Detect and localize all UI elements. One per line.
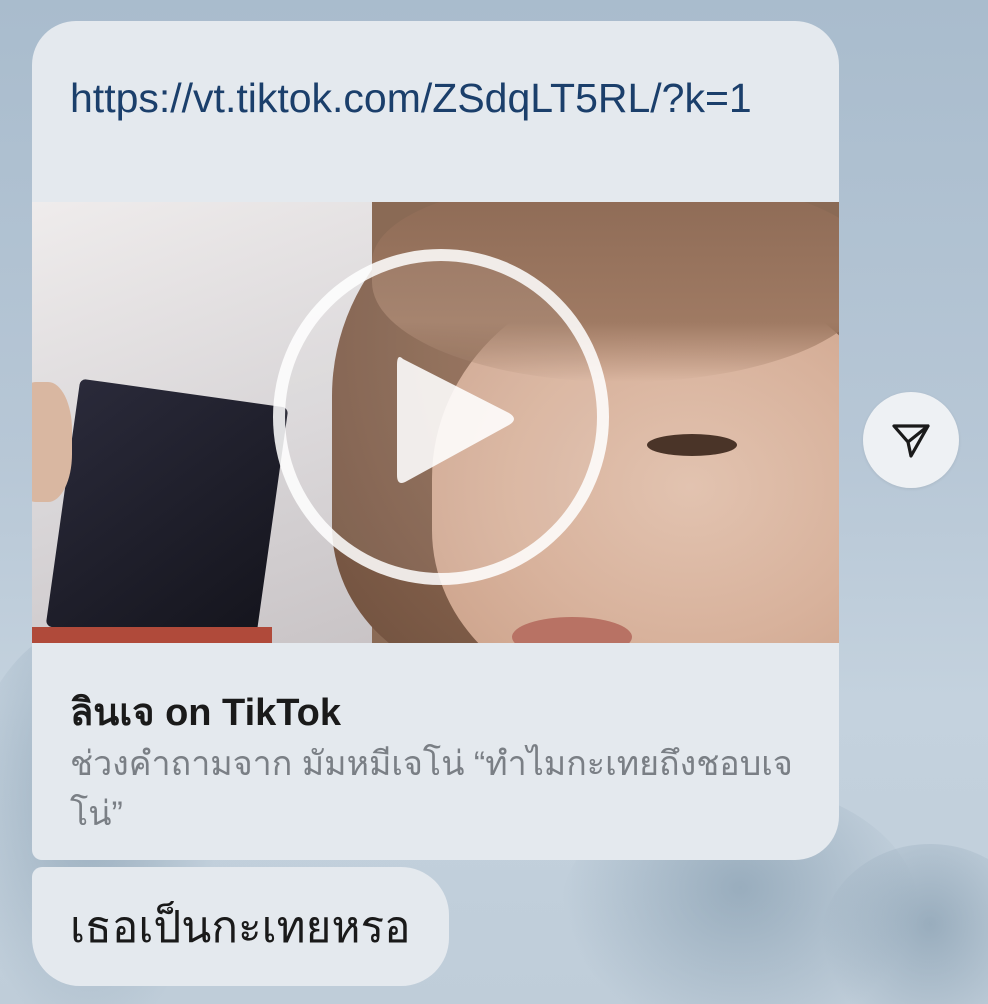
video-thumbnail[interactable] (32, 202, 839, 643)
thumbnail-book (45, 378, 289, 643)
play-button[interactable] (273, 249, 609, 585)
link-preview-title: ลินเจ on TikTok (70, 692, 342, 734)
play-icon (397, 357, 514, 483)
link-message-bubble[interactable]: https://vt.tiktok.com/ZSdqLT5RL/?k=1 ลิน… (32, 21, 839, 860)
chat-background: https://vt.tiktok.com/ZSdqLT5RL/?k=1 ลิน… (0, 0, 988, 1004)
thumbnail-hand (32, 382, 72, 502)
text-message-bubble[interactable]: เธอเป็นกะเทยหรอ (32, 867, 449, 986)
thumbnail-eye (647, 434, 737, 456)
link-url[interactable]: https://vt.tiktok.com/ZSdqLT5RL/?k=1 (70, 67, 810, 129)
share-button[interactable] (863, 392, 959, 488)
thumbnail-strip (32, 627, 272, 643)
send-icon (892, 424, 930, 458)
message-text: เธอเป็นกะเทยหรอ (70, 902, 411, 952)
link-preview-description: ช่วงคำถามจาก มัมหมีเจโน่ “ทำไมกะเทยถึงชอ… (70, 745, 793, 833)
